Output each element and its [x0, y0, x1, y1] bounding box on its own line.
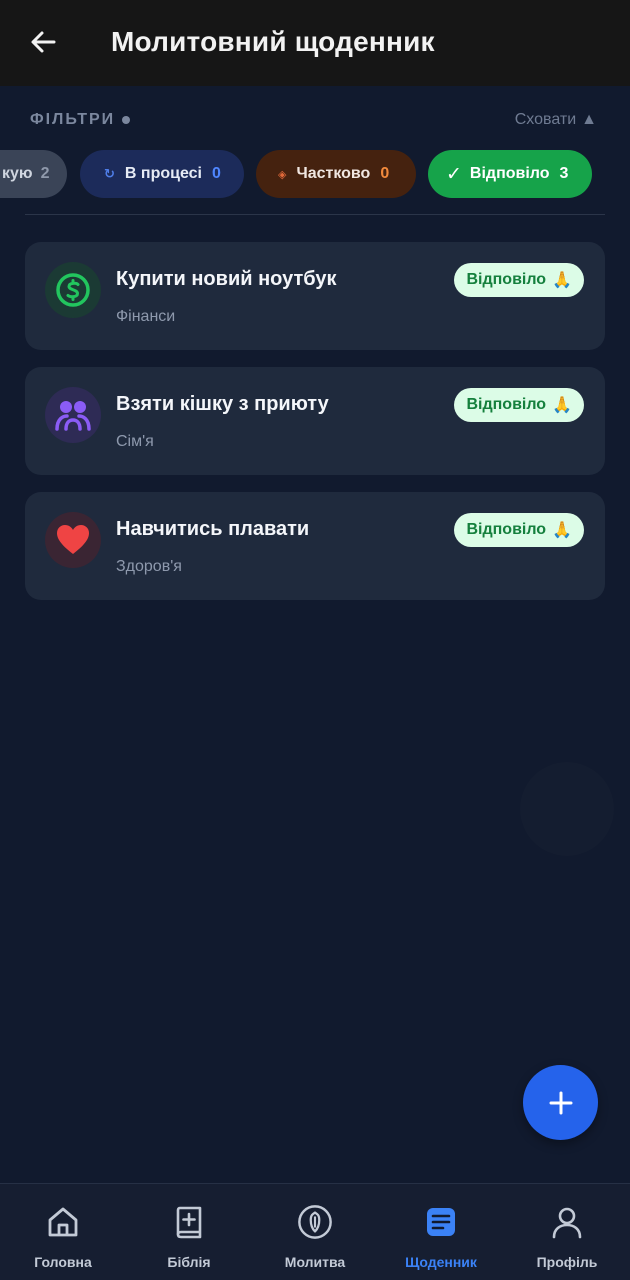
prayer-category: Здоров'я: [116, 558, 182, 575]
heart-icon: [57, 525, 89, 554]
prayer-title: Взяти кішку з приюту: [116, 393, 329, 415]
profile-icon: [549, 1204, 585, 1240]
back-button[interactable]: [26, 25, 60, 59]
category-icon-wrap: [45, 262, 101, 318]
journal-icon: [423, 1204, 459, 1240]
nav-label: Молитва: [284, 1254, 346, 1270]
refresh-icon: ↻: [104, 166, 115, 181]
status-badge-label: Відповіло: [466, 271, 547, 288]
add-prayer-button[interactable]: [523, 1065, 598, 1140]
filter-chip-in-progress[interactable]: ↻ В процесі 0: [80, 150, 244, 198]
filters-label: ФІЛЬТРИ: [30, 111, 131, 129]
filter-chips: кую 2 ↻ В процесі 0 ◈ Частково 0 ✓ Відпо…: [0, 150, 630, 198]
prayer-card[interactable]: Взяти кішку з приюту Сім'я Відповіло 🙏: [25, 367, 605, 475]
family-icon: [55, 401, 91, 431]
nav-item-profile[interactable]: Профіль: [504, 1184, 630, 1280]
prayer-card[interactable]: Навчитись плавати Здоров'я Відповіло 🙏: [25, 492, 605, 600]
praying-hands-icon: 🙏: [552, 397, 572, 414]
nav-item-journal[interactable]: Щоденник: [378, 1184, 504, 1280]
filter-chip-count: 0: [211, 165, 221, 182]
praying-hands-icon: 🙏: [552, 522, 572, 539]
arrow-left-icon: [31, 31, 56, 53]
prayer-title: Купити новий ноутбук: [116, 268, 337, 290]
category-icon-wrap: [45, 512, 101, 568]
nav-item-home[interactable]: Головна: [0, 1184, 126, 1280]
status-badge-label: Відповіло: [466, 396, 547, 413]
filter-chip-label: кую: [2, 165, 33, 182]
filters-label-text: ФІЛЬТРИ: [30, 111, 116, 128]
background-shape: [520, 762, 614, 856]
check-icon: ✓: [446, 163, 462, 185]
status-badge-label: Відповіло: [466, 521, 547, 538]
nav-item-prayer[interactable]: Молитва: [252, 1184, 378, 1280]
filter-chip-label: Частково: [296, 165, 371, 182]
filter-chip-count: 0: [380, 165, 390, 182]
nav-label: Профіль: [536, 1254, 598, 1270]
page-title: Молитовний щоденник: [111, 26, 435, 57]
prayer-category: Фінанси: [116, 308, 176, 325]
status-badge: Відповіло 🙏: [454, 263, 584, 297]
hide-filters-button[interactable]: Сховати ▲: [515, 111, 597, 129]
prayer-shield-icon: [297, 1204, 333, 1240]
app-bar: Молитовний щоденник: [0, 0, 630, 86]
diamond-icon: ◈: [278, 168, 287, 181]
category-icon-wrap: [45, 387, 101, 443]
prayer-title: Навчитись плавати: [116, 518, 310, 540]
bible-icon: [171, 1204, 207, 1240]
praying-hands-icon: 🙏: [552, 272, 572, 289]
dollar-circle-icon: [56, 273, 90, 307]
filter-chip-count: 2: [40, 165, 50, 182]
chevron-up-icon: ▲: [581, 111, 597, 128]
nav-label: Щоденник: [405, 1254, 477, 1270]
filters-active-dot: [122, 116, 131, 124]
divider: [25, 214, 605, 215]
filter-chip-partial[interactable]: ◈ Частково 0: [256, 150, 416, 198]
prayer-card[interactable]: Купити новий ноутбук Фінанси Відповіло 🙏: [25, 242, 605, 350]
status-badge: Відповіло 🙏: [454, 388, 584, 422]
nav-item-bible[interactable]: Біблія: [126, 1184, 252, 1280]
filter-chip-all[interactable]: кую 2: [0, 150, 67, 198]
home-icon: [45, 1204, 81, 1240]
plus-icon: [549, 1091, 572, 1114]
nav-label: Біблія: [167, 1254, 211, 1270]
filter-chip-answered[interactable]: ✓ Відповіло 3: [428, 150, 592, 198]
hide-filters-label: Сховати: [514, 111, 577, 128]
prayer-category: Сім'я: [116, 433, 154, 450]
filter-chip-label: В процесі: [124, 165, 202, 182]
filter-chip-label: Відповіло: [469, 165, 550, 182]
bottom-navigation: Головна Біблія Молитва Щоденник Профіль: [0, 1183, 630, 1280]
filter-chip-count: 3: [559, 165, 569, 182]
status-badge: Відповіло 🙏: [454, 513, 584, 547]
nav-label: Головна: [34, 1254, 92, 1270]
